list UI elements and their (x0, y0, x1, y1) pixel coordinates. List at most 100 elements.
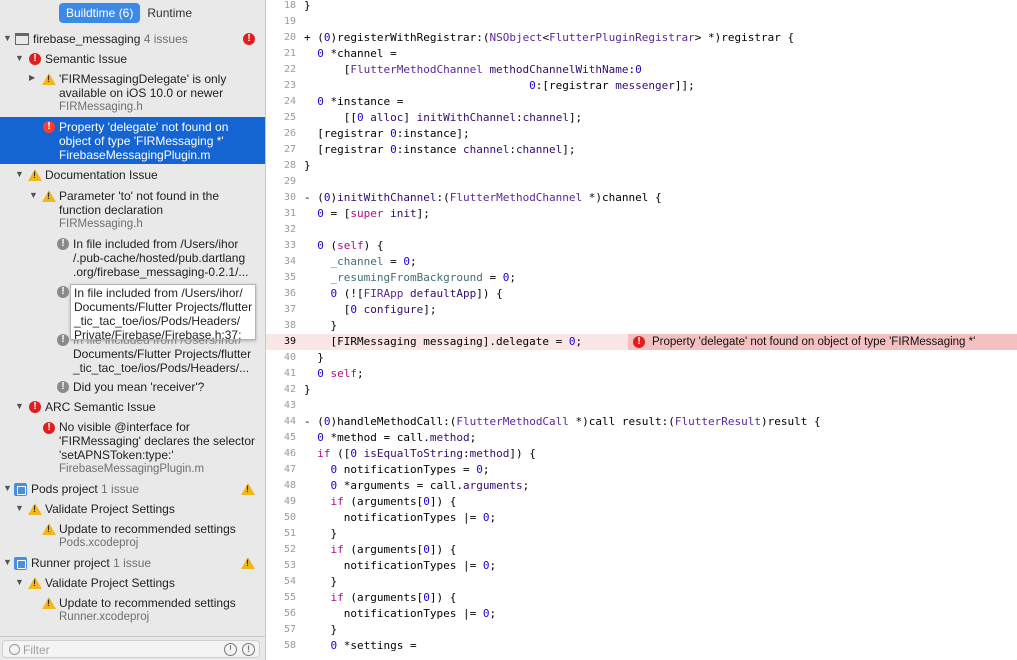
line-number: 24 (266, 94, 296, 110)
code-line[interactable]: if (arguments[0]) { (304, 542, 456, 558)
issue-group-pods-project[interactable]: ▼ Pods project 1 issue (0, 481, 266, 498)
code-line[interactable]: } (304, 574, 337, 590)
code-line[interactable]: [FIRMessaging messaging].delegate = 0; (304, 334, 582, 350)
code-line[interactable]: 0 *method = call.method; (304, 430, 476, 446)
disclosure-triangle-icon[interactable]: ▼ (29, 190, 38, 200)
issue-category-documentation[interactable]: ▼ Documentation Issue (0, 167, 266, 184)
code-line[interactable]: notificationTypes |= 0; (304, 510, 496, 526)
issue-row-selected[interactable]: ! Property 'delegate' not found on objec… (0, 117, 266, 164)
error-icon: ! (633, 336, 645, 348)
issue-category-validate[interactable]: ▼ Validate Project Settings (0, 575, 266, 592)
code-line[interactable]: [registrar 0:instance]; (304, 126, 470, 142)
code-line[interactable]: if (arguments[0]) { (304, 590, 456, 606)
issue-row[interactable]: Update to recommended settings Runner.xc… (0, 595, 266, 625)
disclosure-triangle-icon[interactable]: ▼ (3, 33, 12, 43)
filter-icon (9, 644, 20, 655)
line-number: 29 (266, 174, 296, 190)
code-line[interactable]: } (304, 350, 324, 366)
code-line[interactable]: - (0)initWithChannel:(FlutterMethodChan… (304, 190, 662, 206)
note-text-line: .org/firebase_messaging-0.2.1/... (73, 265, 248, 279)
note-text-line: /.pub-cache/hosted/pub.dartlang (73, 251, 245, 265)
issue-row[interactable]: ! No visible @interface for 'FIRMessagin… (0, 419, 266, 477)
issue-category-semantic[interactable]: ▼ ! Semantic Issue (0, 51, 266, 68)
line-number: 19 (266, 14, 296, 30)
issue-row[interactable]: ▶ 'FIRMessagingDelegate' is only availab… (0, 70, 266, 115)
code-line[interactable]: if ([0 isEqualToString:method]) { (304, 446, 536, 462)
line-number: 50 (266, 510, 296, 526)
recent-filter-icon[interactable] (224, 643, 237, 656)
note-row[interactable]: ! Did you mean 'receiver'? (0, 379, 266, 396)
issue-category-validate[interactable]: ▼ Validate Project Settings (0, 501, 266, 518)
code-line[interactable]: } (304, 0, 311, 14)
issue-navigator: Buildtime (6) Runtime ▼ firebase_messagi… (0, 0, 266, 660)
code-line[interactable]: _channel = 0; (304, 254, 417, 270)
tab-runtime[interactable]: Runtime (140, 3, 199, 23)
note-text-line: _tic_tac_toe/ios/Pods/Headers/... (73, 361, 249, 375)
code-line[interactable]: [FlutterMethodChannel methodChannelWithN… (304, 62, 642, 78)
code-line[interactable]: 0 *arguments = call.arguments; (304, 478, 529, 494)
source-editor[interactable]: 18 19 20 21 22 23 24 25 26 27 28 29 30 31 32 33 34 35 36 37… (266, 0, 1017, 660)
line-number: 18 (266, 0, 296, 14)
code-line[interactable]: 0 *settings = (304, 638, 417, 654)
code-line[interactable]: 0 = [super init]; (304, 206, 430, 222)
code-line[interactable]: } (304, 318, 337, 334)
code-line[interactable]: } (304, 382, 311, 398)
code-line[interactable]: 0 (self) { (304, 238, 384, 254)
note-row[interactable]: ! In file included from /Users/ihor /.pu… (0, 235, 266, 281)
code-line[interactable]: 0:[registrar messenger]]; (304, 78, 695, 94)
code-line[interactable]: _resumingFromBackground = 0; (304, 270, 516, 286)
tab-buildtime[interactable]: Buildtime (6) (59, 3, 140, 23)
issue-row[interactable]: ▼ Parameter 'to' not found in the functi… (0, 187, 266, 232)
issue-scope-segmented-control: Buildtime (6) Runtime (59, 3, 199, 23)
category-title: ARC Semantic Issue (45, 400, 156, 414)
code-line[interactable]: [[0 alloc] initWithChannel:channel]; (304, 110, 582, 126)
line-number: 46 (266, 446, 296, 462)
filter-placeholder: Filter (23, 643, 50, 657)
issue-group-runner-project[interactable]: ▼ Runner project 1 issue (0, 555, 266, 572)
show-only-issues-icon[interactable]: ! (242, 643, 255, 656)
disclosure-triangle-icon[interactable]: ▼ (15, 401, 24, 411)
issue-group-firebase-messaging[interactable]: ▼ firebase_messaging 4 issues ! (0, 31, 266, 48)
code-line[interactable]: 0 (![FIRApp defaultApp]) { (304, 286, 503, 302)
category-title: Validate Project Settings (45, 576, 175, 590)
issue-row[interactable]: Update to recommended settings Pods.xcod… (0, 521, 266, 551)
issue-count: 1 issue (101, 482, 139, 496)
category-title: Validate Project Settings (45, 502, 175, 516)
code-line[interactable]: notificationTypes |= 0; (304, 606, 496, 622)
code-line[interactable]: 0 notificationTypes = 0; (304, 462, 489, 478)
line-number: 43 (266, 398, 296, 414)
code-line[interactable]: [registrar 0:instance channel:channel]; (304, 142, 576, 158)
disclosure-triangle-icon[interactable]: ▼ (3, 557, 12, 567)
line-number: 42 (266, 382, 296, 398)
issue-category-arc[interactable]: ▼ ! ARC Semantic Issue (0, 399, 266, 416)
line-number: 20 (266, 30, 296, 46)
warning-icon (28, 503, 42, 515)
code-line[interactable]: + (0)registerWithRegistrar:(NSObject<Fl… (304, 30, 794, 46)
disclosure-triangle-icon[interactable]: ▶ (29, 73, 35, 82)
code-line[interactable]: [0 configure]; (304, 302, 436, 318)
issue-file: FirebaseMessagingPlugin.m (59, 462, 204, 476)
disclosure-triangle-icon[interactable]: ▼ (15, 169, 24, 179)
disclosure-triangle-icon[interactable]: ▼ (15, 577, 24, 587)
warning-icon (28, 169, 42, 181)
disclosure-triangle-icon[interactable]: ▼ (3, 483, 12, 493)
line-number: 23 (266, 78, 296, 94)
code-line[interactable]: - (0)handleMethodCall:(FlutterMethodCal… (304, 414, 821, 430)
code-line[interactable]: 0 *instance = (304, 94, 403, 110)
code-line[interactable]: 0 *channel = (304, 46, 397, 62)
project-name: firebase_messaging (33, 32, 140, 46)
disclosure-triangle-icon[interactable]: ▼ (15, 503, 24, 513)
line-number: 33 (266, 238, 296, 254)
inline-error-banner[interactable]: ! Property 'delegate' not found on objec… (628, 334, 1017, 350)
line-number: 48 (266, 478, 296, 494)
code-line[interactable]: } (304, 526, 337, 542)
line-number: 37 (266, 302, 296, 318)
disclosure-triangle-icon[interactable]: ▼ (15, 53, 24, 63)
line-number: 58 (266, 638, 296, 654)
code-line[interactable]: 0 self; (304, 366, 364, 382)
filter-field[interactable]: Filter ! (2, 640, 260, 658)
code-line[interactable]: } (304, 622, 337, 638)
code-line[interactable]: notificationTypes |= 0; (304, 558, 496, 574)
code-line[interactable]: if (arguments[0]) { (304, 494, 456, 510)
code-line[interactable]: } (304, 158, 311, 174)
